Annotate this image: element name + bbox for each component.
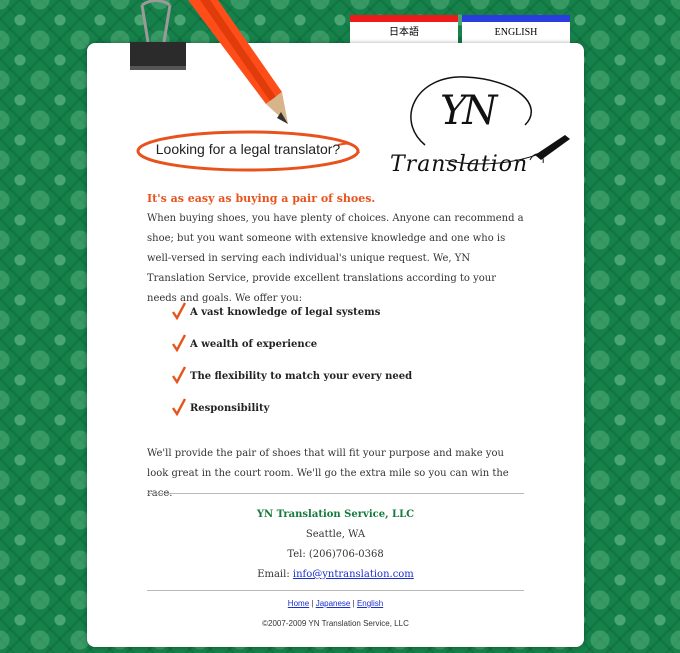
footer-link-home[interactable]: Home bbox=[288, 599, 309, 608]
telephone: Tel: (206)706-0368 bbox=[287, 549, 384, 560]
contact-block: YN Translation Service, LLC Seattle, WA … bbox=[147, 505, 524, 585]
page: { "tabs": { "japanese": "日本語", "english"… bbox=[0, 0, 680, 653]
footer-link-japanese[interactable]: Japanese bbox=[316, 599, 351, 608]
company-name: YN Translation Service, LLC bbox=[256, 509, 415, 520]
footer-link-english[interactable]: English bbox=[357, 599, 383, 608]
intro-paragraph: When buying shoes, you have plenty of ch… bbox=[147, 213, 524, 304]
offer-text: The flexibility to match your every need bbox=[190, 371, 413, 382]
tab-japanese[interactable]: 日本語 bbox=[350, 15, 458, 43]
footer-nav: Home | Japanese | English bbox=[147, 599, 524, 608]
checkmark-icon bbox=[172, 334, 186, 352]
checkmark-icon bbox=[172, 398, 186, 416]
separator: | bbox=[352, 599, 355, 608]
email-link[interactable]: info@yntranslation.com bbox=[293, 569, 414, 580]
pencil-icon bbox=[188, 0, 288, 124]
logo-mark: YN bbox=[440, 88, 497, 134]
bubble-text: Looking for a legal translator? bbox=[155, 141, 341, 157]
email-line: Email: info@yntranslation.com bbox=[147, 565, 524, 585]
copyright: ©2007-2009 YN Translation Service, LLC bbox=[262, 619, 409, 628]
checkmark-icon bbox=[172, 366, 186, 384]
binder-clip-icon bbox=[130, 0, 186, 70]
headline: It's as easy as buying a pair of shoes. bbox=[147, 192, 376, 205]
divider bbox=[147, 493, 524, 494]
offer-text: Responsibility bbox=[190, 403, 270, 414]
tab-english[interactable]: ENGLISH bbox=[462, 15, 570, 43]
closing-paragraph: We'll provide the pair of shoes that wil… bbox=[147, 448, 509, 499]
location: Seattle, WA bbox=[305, 529, 366, 540]
logo-wordmark: Translation bbox=[390, 152, 529, 177]
separator: | bbox=[311, 599, 314, 608]
checkmark-icon bbox=[172, 302, 186, 320]
offer-text: A vast knowledge of legal systems bbox=[190, 307, 381, 318]
divider bbox=[147, 590, 524, 591]
email-label: Email: bbox=[257, 569, 290, 580]
offer-text: A wealth of experience bbox=[190, 339, 318, 350]
